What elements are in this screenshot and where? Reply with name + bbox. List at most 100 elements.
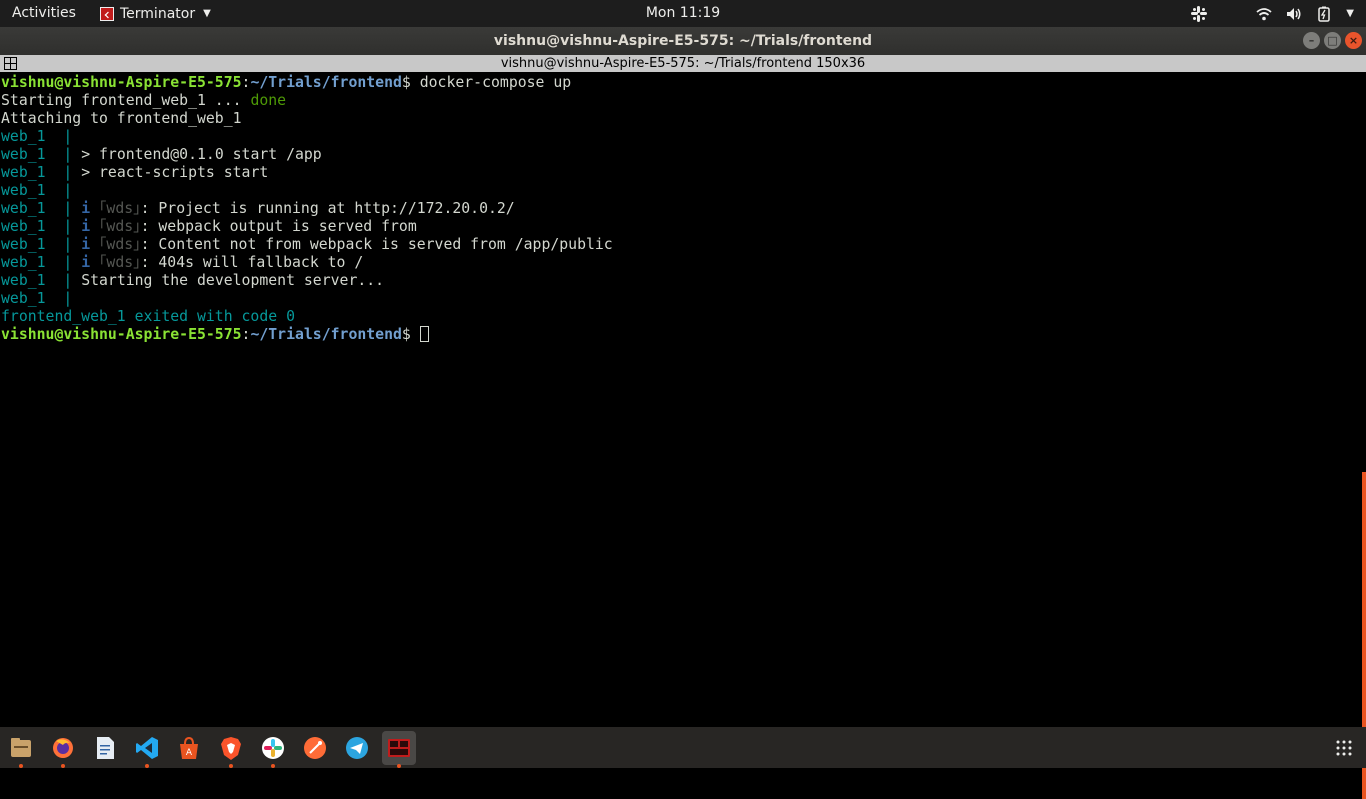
output-line: frontend_web_1 exited with code 0	[0, 308, 1366, 326]
log-line: web_1 | > frontend@0.1.0 start /app	[0, 146, 1366, 164]
wds-tag: ｢wds｣	[99, 200, 141, 217]
dock-item-firefox[interactable]	[46, 731, 80, 768]
pane-titlebar[interactable]: vishnu@vishnu-Aspire-E5-575: ~/Trials/fr…	[0, 55, 1366, 72]
dock-item-terminator[interactable]	[382, 731, 416, 768]
running-indicator	[397, 764, 401, 768]
pane-grouping-icon[interactable]	[4, 57, 17, 70]
log-lines: web_1 | web_1 | > frontend@0.1.0 start /…	[0, 128, 1366, 308]
postman-icon	[304, 737, 326, 759]
brave-icon	[221, 737, 241, 760]
clock[interactable]: Mon 11:19	[646, 5, 720, 21]
service-prefix: web_1 |	[1, 146, 82, 163]
prompt-path: ~/Trials/frontend	[250, 326, 402, 343]
prompt-path: ~/Trials/frontend	[250, 74, 402, 91]
log-line: web_1 | > react-scripts start	[0, 164, 1366, 182]
service-prefix: web_1 |	[1, 254, 82, 271]
output-line: Starting frontend_web_1 ... done	[0, 92, 1366, 110]
starting-status: done	[250, 92, 287, 109]
dock-item-software-center[interactable]: A	[172, 731, 206, 765]
software-center-icon: A	[180, 736, 198, 759]
log-line: web_1 | i ｢wds｣: 404s will fallback to /	[0, 254, 1366, 272]
service-prefix: web_1 |	[1, 128, 82, 145]
caret-down-icon: ▼	[203, 8, 211, 19]
system-tray: ▼	[1190, 0, 1354, 27]
chevron-down-icon[interactable]: ▼	[1346, 8, 1354, 19]
battery-icon[interactable]	[1316, 6, 1332, 22]
running-indicator	[271, 764, 275, 768]
app-menu[interactable]: Terminator ▼	[100, 0, 211, 27]
pane-title: vishnu@vishnu-Aspire-E5-575: ~/Trials/fr…	[500, 56, 866, 71]
log-line: web_1 |	[0, 182, 1366, 200]
log-line: web_1 | i ｢wds｣: Content not from webpac…	[0, 236, 1366, 254]
dock-item-brave[interactable]	[214, 731, 248, 768]
terminal-output[interactable]: vishnu@vishnu-Aspire-E5-575:~/Trials/fro…	[0, 72, 1366, 799]
log-text: : 404s will fallback to /	[140, 254, 364, 271]
running-indicator	[61, 764, 65, 768]
terminator-app-icon	[100, 6, 114, 21]
log-text: Starting the development server...	[81, 272, 385, 289]
firefox-icon	[53, 738, 73, 758]
show-applications-icon[interactable]	[1336, 740, 1352, 756]
dock: A	[0, 727, 1366, 768]
files-icon	[11, 738, 31, 757]
output-line: Attaching to frontend_web_1	[0, 110, 1366, 128]
volume-icon[interactable]	[1286, 7, 1302, 21]
prompt-line: vishnu@vishnu-Aspire-E5-575:~/Trials/fro…	[0, 74, 1366, 92]
starting-text: Starting frontend_web_1 ...	[1, 92, 251, 109]
minimize-button[interactable]: –	[1303, 32, 1320, 49]
dock-item-vscode[interactable]	[130, 731, 164, 768]
close-button[interactable]: ×	[1345, 32, 1362, 49]
running-indicator	[229, 764, 233, 768]
prompt-symbol: $	[401, 326, 420, 343]
log-line: web_1 | i ｢wds｣: Project is running at h…	[0, 200, 1366, 218]
running-indicator	[145, 764, 149, 768]
service-prefix: web_1 |	[1, 218, 82, 235]
text-editor-icon	[97, 737, 114, 759]
maximize-button[interactable]: □	[1324, 32, 1341, 49]
dock-item-telegram[interactable]	[340, 731, 374, 765]
log-line: web_1 | Starting the development server.…	[0, 272, 1366, 290]
log-text: > frontend@0.1.0 start /app	[81, 146, 322, 163]
log-text: : Content not from webpack is served fro…	[140, 236, 613, 253]
info-icon: i	[81, 254, 91, 271]
log-line: web_1 | i ｢wds｣: webpack output is serve…	[0, 218, 1366, 236]
command-text: docker-compose up	[419, 74, 572, 91]
info-icon: i	[81, 236, 91, 253]
terminal-cursor	[419, 326, 429, 342]
service-prefix: web_1 |	[1, 236, 82, 253]
wds-tag: ｢wds｣	[99, 254, 141, 271]
prompt-user: vishnu@vishnu-Aspire-E5-575	[1, 326, 242, 343]
info-icon: i	[81, 218, 91, 235]
service-prefix: web_1 |	[1, 290, 82, 307]
slack-icon[interactable]	[1190, 5, 1208, 23]
prompt-symbol: $	[401, 74, 420, 91]
telegram-icon	[346, 737, 368, 759]
dock-item-postman[interactable]	[298, 731, 332, 765]
window-title: vishnu@vishnu-Aspire-E5-575: ~/Trials/fr…	[493, 33, 873, 49]
log-line: web_1 |	[0, 128, 1366, 146]
svg-text:A: A	[186, 748, 193, 758]
window-controls: – □ ×	[1303, 32, 1362, 49]
exit-line: frontend_web_1 exited with code 0	[1, 308, 295, 325]
dock-item-slack[interactable]	[256, 731, 290, 768]
top-bar: Activities Terminator ▼ Mon 11:19 ▼	[0, 0, 1366, 27]
service-prefix: web_1 |	[1, 200, 82, 217]
prompt-user: vishnu@vishnu-Aspire-E5-575	[1, 74, 242, 91]
dock-item-text-editor[interactable]	[88, 731, 122, 765]
slack-icon	[262, 737, 284, 759]
wds-tag: ｢wds｣	[99, 236, 141, 253]
window-titlebar[interactable]: vishnu@vishnu-Aspire-E5-575: ~/Trials/fr…	[0, 27, 1366, 55]
service-prefix: web_1 |	[1, 182, 82, 199]
log-text: : webpack output is served from	[140, 218, 417, 235]
running-indicator	[19, 764, 23, 768]
app-menu-label: Terminator	[120, 5, 196, 22]
dock-item-files[interactable]	[4, 731, 38, 768]
log-line: web_1 |	[0, 290, 1366, 308]
log-text: : Project is running at http://172.20.0.…	[140, 200, 515, 217]
activities-button[interactable]: Activities	[12, 0, 76, 27]
info-icon: i	[81, 200, 91, 217]
terminator-icon	[388, 739, 410, 757]
log-text: > react-scripts start	[81, 164, 269, 181]
wifi-icon[interactable]	[1256, 7, 1272, 21]
service-prefix: web_1 |	[1, 272, 82, 289]
